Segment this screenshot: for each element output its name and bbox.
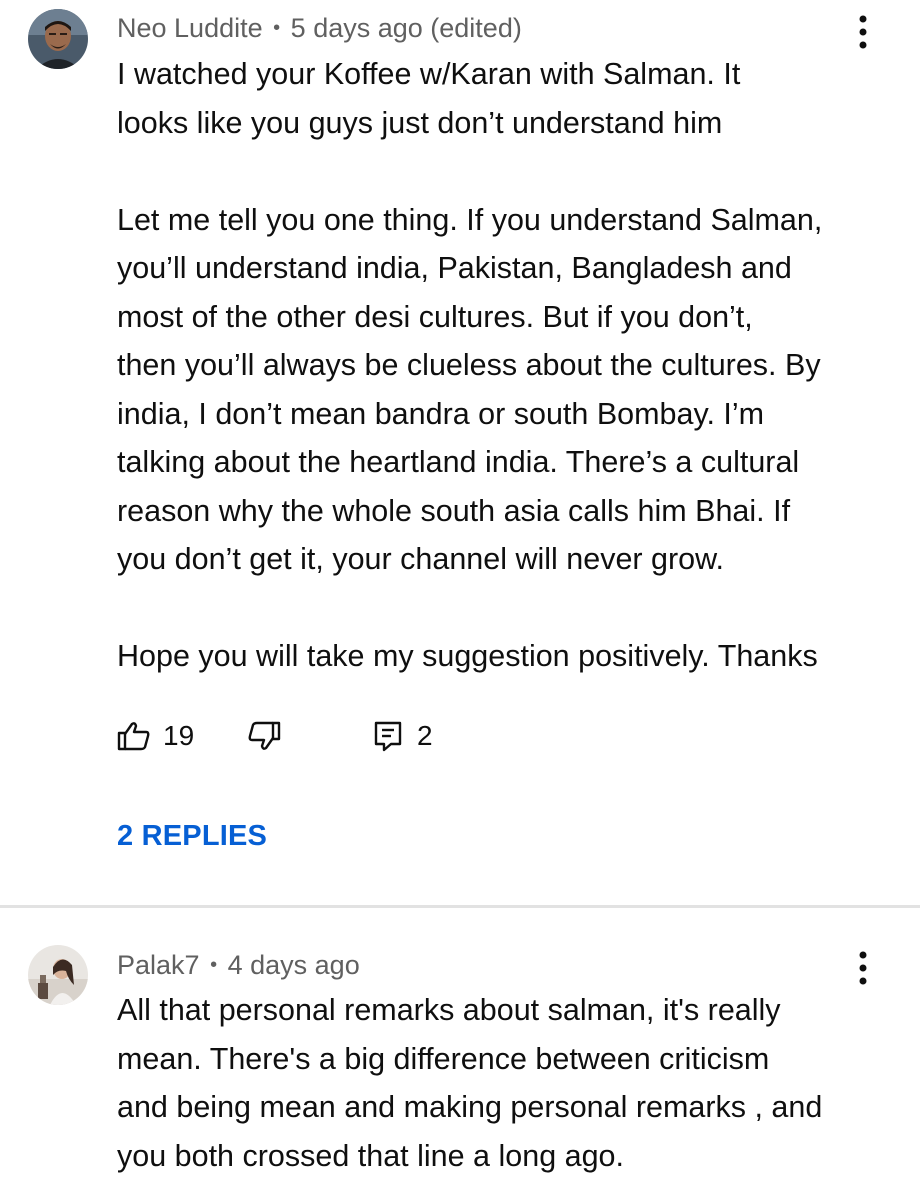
comment-line: and being mean and making personal remar… bbox=[117, 1090, 823, 1124]
like-count: 19 bbox=[163, 720, 195, 751]
avatar-photo-icon bbox=[28, 945, 88, 1005]
comment-timestamp: 4 days ago bbox=[227, 950, 360, 980]
comment-line: india, I don’t mean bandra or south Bomb… bbox=[117, 396, 765, 431]
meta-separator: • bbox=[273, 17, 281, 39]
comment-line: talking about the heartland india. There… bbox=[117, 445, 800, 479]
reply-comment-icon bbox=[374, 721, 402, 752]
avatar-photo-icon bbox=[28, 9, 88, 69]
author-name[interactable]: Palak7 bbox=[117, 950, 200, 980]
comment-line: Hope you will take my suggestion positiv… bbox=[117, 639, 818, 673]
comment-meta: Neo Luddite • 5 days ago (edited) bbox=[117, 12, 522, 47]
comment-body: I watched your Koffee w/Karan with Salma… bbox=[117, 50, 907, 681]
vertical-dots-icon bbox=[859, 15, 867, 49]
thumbs-up-icon bbox=[117, 722, 150, 751]
comment-body: All that personal remarks about salman, … bbox=[117, 986, 907, 1180]
view-replies-button[interactable]: 2 REPLIES bbox=[117, 820, 267, 853]
author-name[interactable]: Neo Luddite bbox=[117, 13, 263, 43]
comment-item: Palak7 • 4 days ago All that personal re… bbox=[0, 908, 920, 1200]
more-options-button[interactable] bbox=[848, 946, 878, 990]
comment-line: you both crossed that line a long ago. bbox=[117, 1138, 624, 1173]
reply-button[interactable]: 2 bbox=[373, 720, 433, 752]
comment-line: most of the other desi cultures. But if … bbox=[117, 299, 753, 334]
comment-timestamp: 5 days ago (edited) bbox=[290, 13, 522, 43]
author-avatar[interactable] bbox=[28, 9, 88, 69]
comment-item: Neo Luddite • 5 days ago (edited) I watc… bbox=[0, 0, 920, 905]
reply-count: 2 bbox=[417, 720, 433, 751]
meta-separator: • bbox=[210, 954, 218, 976]
more-options-button[interactable] bbox=[848, 10, 878, 54]
thumbs-down-icon bbox=[248, 721, 281, 750]
author-avatar[interactable] bbox=[28, 945, 88, 1005]
like-button[interactable]: 19 bbox=[117, 720, 247, 752]
comment-line: reason why the whole south asia calls hi… bbox=[117, 493, 791, 528]
comment-line: Let me tell you one thing. If you unders… bbox=[117, 202, 823, 237]
comment-line: mean. There's a big difference between c… bbox=[117, 1041, 770, 1076]
comment-line: you’ll understand india, Pakistan, Bangl… bbox=[117, 251, 792, 285]
comment-line: looks like you guys just don’t understan… bbox=[117, 105, 723, 140]
dislike-button[interactable] bbox=[247, 721, 373, 751]
comment-actions: 19 2 bbox=[117, 714, 433, 758]
comment-line: All that personal remarks about salman, … bbox=[117, 993, 781, 1027]
comment-line: I watched your Koffee w/Karan with Salma… bbox=[117, 57, 741, 91]
comment-line: you don’t get it, your channel will neve… bbox=[117, 542, 724, 576]
comment-meta: Palak7 • 4 days ago bbox=[117, 949, 360, 984]
comment-line: then you’ll always be clueless about the… bbox=[117, 348, 821, 382]
vertical-dots-icon bbox=[859, 951, 867, 985]
